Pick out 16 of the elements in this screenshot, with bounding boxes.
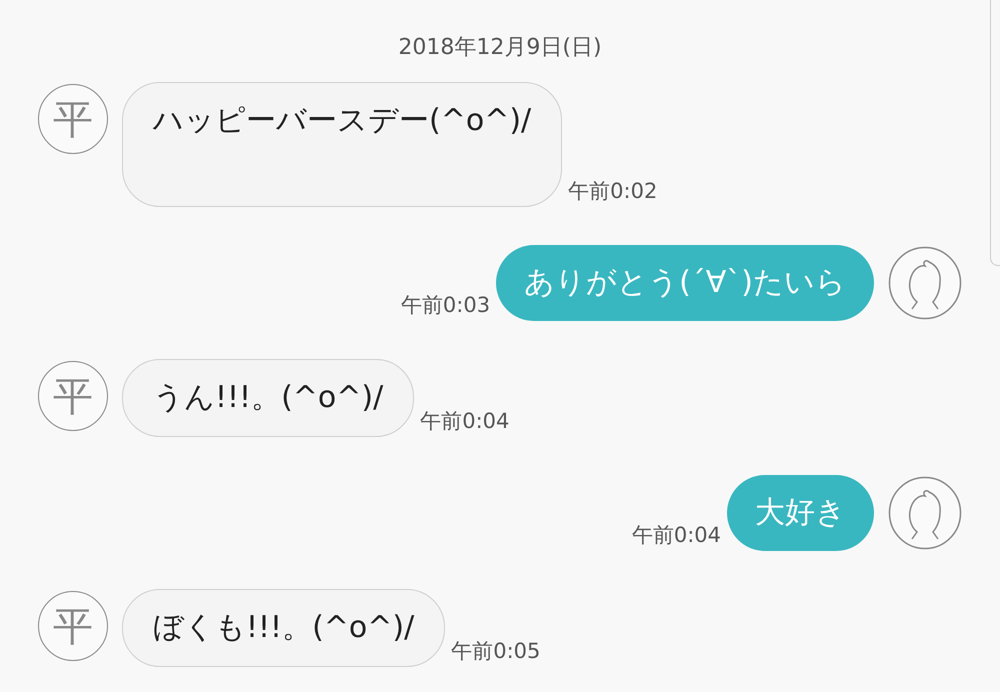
timestamp: 午前0:05 — [451, 638, 540, 665]
message-bubble: ぼくも!!!。(^o^)/ — [122, 589, 446, 667]
timestamp: 午前0:04 — [420, 408, 510, 435]
message-bubble: うん!!!。(^o^)/ — [122, 359, 414, 437]
timestamp: 午前0:03 — [400, 292, 490, 319]
date-header: 2018年12月9日(日) — [398, 34, 602, 62]
timestamp: 午前0:02 — [568, 178, 658, 205]
avatar-icon — [888, 476, 962, 550]
message-bubble: ハッピーバースデー(^o^)/ — [122, 82, 562, 207]
avatar-icon: 平 — [38, 84, 108, 154]
avatar-icon — [888, 246, 962, 320]
message-bubble: 大好き — [727, 475, 874, 551]
avatar-icon: 平 — [38, 361, 108, 431]
message-bubble: ありがとう(´∀`)たいら — [496, 245, 874, 321]
avatar-icon: 平 — [38, 591, 108, 661]
timestamp: 午前0:04 — [632, 522, 721, 549]
